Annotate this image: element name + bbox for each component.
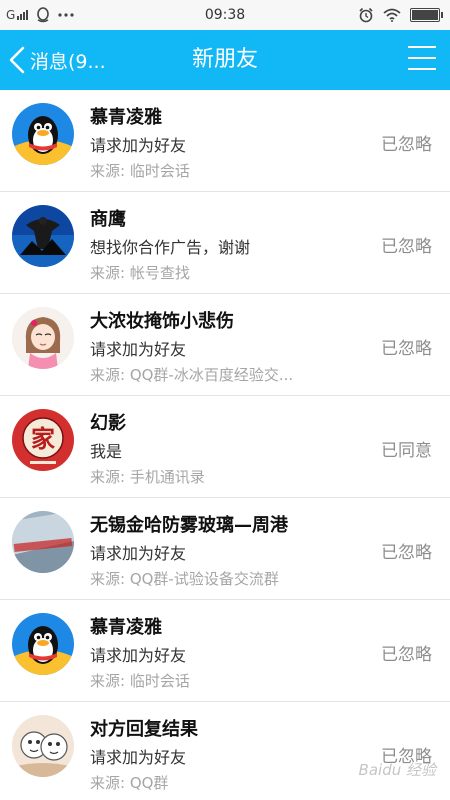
request-source: 来源: 临时会话 xyxy=(90,672,190,690)
friend-request-row[interactable]: 商鹰 想找你合作广告，谢谢 来源: 帐号查找 已忽略 xyxy=(0,192,450,294)
requester-name: 慕青凌雅 xyxy=(90,107,162,128)
friend-request-row[interactable]: 大浓妆掩饰小悲伤 请求加为好友 来源: QQ群-冰冰百度经验交... 已忽略 xyxy=(0,294,450,396)
request-status: 已忽略 xyxy=(381,339,432,359)
request-source: 来源: QQ群-试验设备交流群 xyxy=(90,570,279,588)
requester-name: 对方回复结果 xyxy=(90,719,198,740)
battery-icon xyxy=(410,8,443,22)
request-status: 已忽略 xyxy=(381,645,432,665)
request-source: 来源: 手机通讯录 xyxy=(90,468,205,486)
request-status: 已同意 xyxy=(381,441,432,461)
status-right xyxy=(358,0,443,30)
alarm-icon xyxy=(359,7,373,23)
avatar-eagle xyxy=(12,205,74,267)
request-source: 来源: QQ群 xyxy=(90,774,169,792)
request-message: 请求加为好友 xyxy=(90,340,187,359)
request-message: 想找你合作广告，谢谢 xyxy=(90,238,251,257)
avatar-cartoon-girl xyxy=(12,307,74,369)
avatar-family-seal: 家 xyxy=(12,409,74,471)
watermark: Baidu 经验 xyxy=(358,761,436,779)
title-bar: 消息(9... 新朋友 xyxy=(0,30,450,90)
requester-name: 商鹰 xyxy=(90,209,126,230)
friend-request-row[interactable]: 慕青凌雅 请求加为好友 来源: 临时会话 已忽略 xyxy=(0,600,450,702)
status-bar: G 09:38 xyxy=(0,0,450,30)
request-status: 已忽略 xyxy=(381,543,432,563)
request-source: 来源: 帐号查找 xyxy=(90,264,190,282)
avatar-penguin xyxy=(12,103,74,165)
chevron-left-icon xyxy=(9,46,25,74)
request-message: 请求加为好友 xyxy=(90,136,187,155)
friend-request-list: 慕青凌雅 请求加为好友 来源: 临时会话 已忽略 商鹰 想找你合作广告，谢谢 来… xyxy=(0,90,450,800)
requester-name: 慕青凌雅 xyxy=(90,617,162,638)
request-source: 来源: 临时会话 xyxy=(90,162,190,180)
request-status: 已忽略 xyxy=(381,237,432,257)
wifi-icon xyxy=(383,8,401,22)
friend-request-row[interactable]: 无锡金哈防雾玻璃—周港 请求加为好友 来源: QQ群-试验设备交流群 已忽略 xyxy=(0,498,450,600)
request-message: 请求加为好友 xyxy=(90,748,187,767)
request-message: 请求加为好友 xyxy=(90,544,187,563)
avatar-glass xyxy=(12,511,74,573)
request-message: 请求加为好友 xyxy=(90,646,187,665)
avatar-seal-text: 家 xyxy=(31,425,55,453)
friend-request-row[interactable]: 家 幻影 我是 来源: 手机通讯录 已同意 xyxy=(0,396,450,498)
back-label: 消息(9... xyxy=(30,50,106,73)
avatar-sketch xyxy=(12,715,74,777)
requester-name: 幻影 xyxy=(90,413,126,434)
requester-name: 无锡金哈防雾玻璃—周港 xyxy=(90,515,288,536)
requester-name: 大浓妆掩饰小悲伤 xyxy=(90,311,234,332)
menu-icon[interactable] xyxy=(408,46,436,74)
avatar-penguin xyxy=(12,613,74,675)
friend-request-row[interactable]: 慕青凌雅 请求加为好友 来源: 临时会话 已忽略 xyxy=(0,90,450,192)
friend-request-row[interactable]: 对方回复结果 请求加为好友 来源: QQ群 已忽略 xyxy=(0,702,450,800)
request-message: 我是 xyxy=(90,442,123,461)
back-button[interactable]: 消息(9... xyxy=(8,30,106,90)
request-source: 来源: QQ群-冰冰百度经验交... xyxy=(90,366,294,384)
request-status: 已忽略 xyxy=(381,135,432,155)
